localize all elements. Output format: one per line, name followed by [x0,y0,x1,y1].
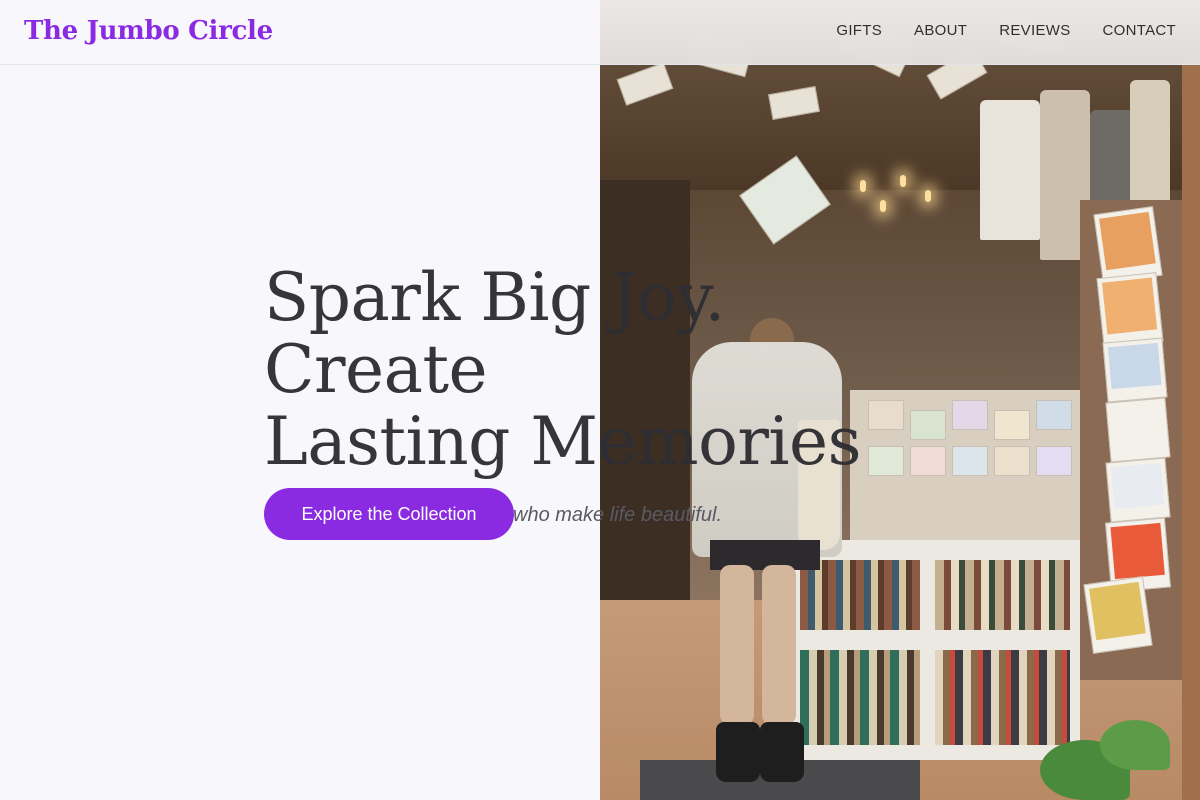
chandelier-light [860,180,866,192]
greeting-card [994,410,1030,440]
chandelier-light [900,175,906,187]
wooden-shelf-edge [1182,60,1200,800]
nav-link-gifts[interactable]: GIFTS [836,22,882,39]
hero-title-line-1: Spark Big Joy. Create [264,259,725,408]
hero-title: Spark Big Joy. Create Lasting Memories [264,262,964,478]
rack-card [1105,457,1171,523]
nav-link-about[interactable]: ABOUT [914,22,967,39]
explore-collection-button[interactable]: Explore the Collection [264,488,514,540]
person-boot [716,722,760,782]
person-boot [760,722,804,782]
site-header: The Jumbo Circle GIFTS ABOUT REVIEWS CON… [0,0,1200,65]
nav-link-reviews[interactable]: REVIEWS [999,22,1070,39]
person-leg [762,565,796,725]
main-nav: GIFTS ABOUT REVIEWS CONTACT [836,22,1176,39]
book-row [935,650,1070,745]
hero-title-line-2: Lasting Memories [264,403,861,480]
potted-plant [1100,720,1170,770]
greeting-card [1036,400,1072,430]
book-row [935,560,1070,630]
greeting-card [994,446,1030,476]
book-row [800,650,920,745]
chandelier-light [880,200,886,212]
book-row [800,560,920,630]
brand-logo[interactable]: The Jumbo Circle [24,16,273,46]
person-leg [720,565,754,725]
rack-card [1083,576,1153,654]
nav-link-contact[interactable]: CONTACT [1103,22,1176,39]
rack-card [1102,337,1168,403]
rack-card [1096,272,1164,348]
rack-card [1105,397,1171,463]
chandelier-light [925,190,931,202]
greeting-card [1036,446,1072,476]
hanging-clothing [980,100,1040,240]
